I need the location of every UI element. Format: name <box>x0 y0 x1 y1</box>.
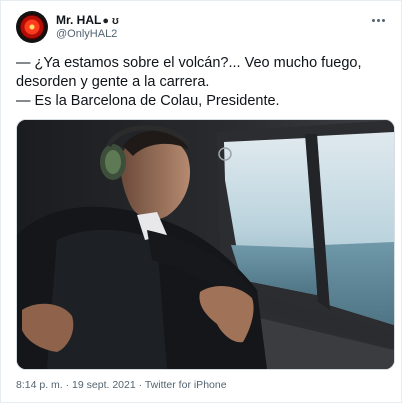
tweet-photo[interactable] <box>16 119 395 370</box>
tweet-line: desorden y gente a la carrera. <box>16 74 210 90</box>
name-emoji: ● ʊ <box>102 15 119 27</box>
avatar[interactable] <box>16 11 48 43</box>
separator: · <box>135 379 145 391</box>
user-handle[interactable]: @OnlyHAL2 <box>56 28 117 41</box>
author-name-row: Mr. HAL● ʊ <box>56 13 119 28</box>
more-options-icon[interactable] <box>369 11 387 29</box>
tweet-metadata: 8:14 p. m. · 19 sept. 2021 · Twitter for… <box>16 379 227 391</box>
tweet-time[interactable]: 8:14 p. m. <box>16 379 63 391</box>
helicopter-cabin-photo <box>17 120 394 369</box>
hal-9000-eye-icon <box>19 14 45 40</box>
separator: · <box>62 379 73 391</box>
tweet-line: — Es la Barcelona de Colau, Presidente. <box>16 93 280 109</box>
tweet-source[interactable]: Twitter for iPhone <box>145 379 227 391</box>
tweet-text: — ¿Ya estamos sobre el volcán?... Veo mu… <box>16 54 396 111</box>
tweet-card: Mr. HAL● ʊ @OnlyHAL2 — ¿Ya estamos sobre… <box>0 0 402 403</box>
display-name[interactable]: Mr. HAL <box>56 13 101 27</box>
tweet-line: — ¿Ya estamos sobre el volcán?... Veo mu… <box>16 55 362 71</box>
tweet-date[interactable]: 19 sept. 2021 <box>72 379 136 391</box>
